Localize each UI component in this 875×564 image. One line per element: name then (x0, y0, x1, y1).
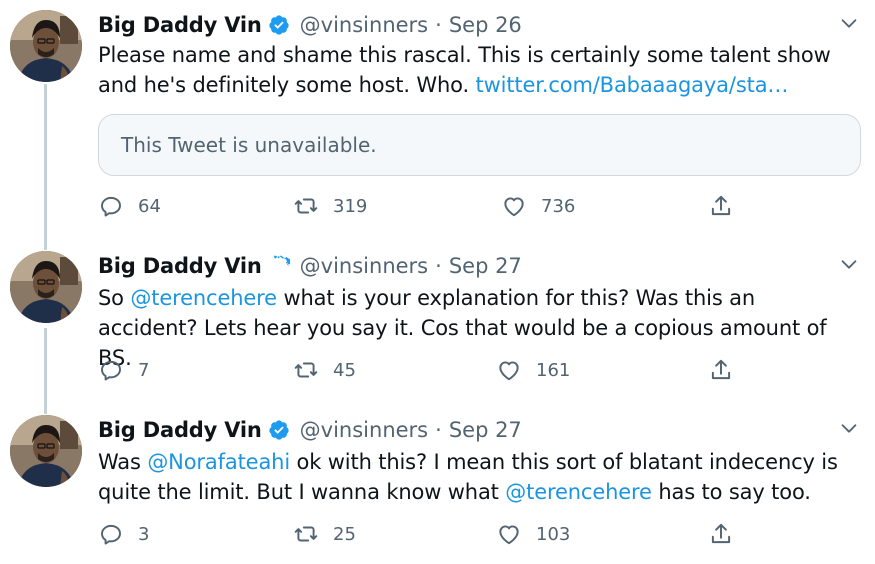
separator-dot: · (435, 418, 442, 442)
reply-button[interactable]: 7 (98, 355, 149, 385)
like-button[interactable]: 736 (501, 191, 575, 221)
retweet-button[interactable]: 319 (293, 191, 367, 221)
like-count: 736 (541, 195, 576, 217)
tweet-header: Big Daddy Vin @vinsinners · Sep 27 (98, 415, 522, 445)
retweet-icon (294, 526, 318, 542)
like-button[interactable]: 161 (496, 355, 570, 385)
author-name[interactable]: Big Daddy Vin (98, 13, 262, 37)
caret-down-icon[interactable] (838, 12, 860, 34)
like-icon (499, 525, 519, 545)
retweet-count: 25 (333, 523, 356, 545)
author-handle[interactable]: @vinsinners (300, 418, 428, 442)
mention-link[interactable]: @terencehere (130, 286, 277, 310)
like-icon (504, 197, 524, 217)
caret-down-icon[interactable] (838, 253, 860, 275)
tweet-header: Big Daddy Vin @vinsinners · Sep 27 (98, 251, 522, 281)
author-handle[interactable]: @vinsinners (300, 13, 428, 37)
share-button[interactable] (708, 191, 734, 221)
quoted-tweet-card[interactable]: This Tweet is unavailable. (98, 114, 861, 176)
tweet-date[interactable]: Sep 26 (449, 13, 522, 37)
quoted-tweet-unavailable-text: This Tweet is unavailable. (121, 133, 377, 157)
tweet-text-segment: has to say too. (651, 480, 811, 504)
share-button[interactable] (708, 519, 734, 549)
author-handle[interactable]: @vinsinners (300, 254, 428, 278)
reply-count: 7 (138, 359, 150, 381)
tweet-text-segment: Was (98, 450, 148, 474)
separator-dot: · (435, 13, 442, 37)
avatar-image (10, 415, 82, 487)
mention-link[interactable]: @Norafateahi (147, 450, 290, 474)
tweet[interactable]: Big Daddy Vin @vinsinners · Sep 27 So @t… (0, 251, 875, 401)
tweet[interactable]: Big Daddy Vin @vinsinners · Sep 26 Pleas… (0, 10, 875, 235)
tweet-text: Please name and shame this rascal. This … (98, 40, 858, 100)
retweet-icon (294, 362, 318, 378)
retweet-count: 45 (333, 359, 356, 381)
reply-icon (101, 360, 121, 381)
share-icon (711, 359, 731, 380)
reply-count: 3 (138, 523, 150, 545)
like-count: 161 (536, 359, 571, 381)
tweet-date[interactable]: Sep 27 (449, 254, 522, 278)
like-button[interactable]: 103 (496, 519, 570, 549)
reply-count: 64 (138, 195, 161, 217)
separator-dot: · (435, 254, 442, 278)
caret-down-icon[interactable] (838, 417, 860, 439)
share-button[interactable] (708, 355, 734, 385)
author-name[interactable]: Big Daddy Vin (98, 418, 262, 442)
tweet-link[interactable]: twitter.com/Babaaagaya/sta… (476, 73, 789, 97)
tweet-header: Big Daddy Vin @vinsinners · Sep 26 (98, 10, 522, 40)
like-icon (499, 361, 519, 381)
avatar[interactable] (10, 415, 82, 487)
reply-icon (101, 196, 121, 217)
tweet[interactable]: Big Daddy Vin @vinsinners · Sep 27 Was @… (0, 415, 875, 564)
retweet-icon (294, 198, 318, 214)
mention-link[interactable]: @terencehere (505, 480, 652, 504)
reply-button[interactable]: 3 (98, 519, 149, 549)
tweet-actions: 7 45 161 (98, 355, 748, 385)
share-icon (711, 523, 731, 544)
like-count: 103 (536, 523, 571, 545)
verified-badge-icon (268, 255, 290, 277)
tweet-actions: 3 25 103 (98, 519, 748, 549)
author-name[interactable]: Big Daddy Vin (98, 254, 262, 278)
tweet-date[interactable]: Sep 27 (449, 418, 522, 442)
avatar[interactable] (10, 251, 82, 323)
tweet-actions: 64 319 736 (98, 191, 748, 221)
retweet-button[interactable]: 25 (293, 519, 356, 549)
reply-icon (101, 524, 121, 545)
reply-button[interactable]: 64 (98, 191, 161, 221)
tweet-text: Was @Norafateahi ok with this? I mean th… (98, 447, 858, 507)
avatar-image (10, 251, 82, 323)
avatar[interactable] (10, 10, 82, 82)
avatar-image (10, 10, 82, 82)
retweet-count: 319 (333, 195, 368, 217)
retweet-button[interactable]: 45 (293, 355, 356, 385)
share-icon (711, 195, 731, 216)
verified-badge-icon (268, 14, 290, 36)
verified-badge-icon (268, 419, 290, 441)
tweet-thread: Big Daddy Vin @vinsinners · Sep 26 Pleas… (0, 0, 875, 564)
tweet-text-segment: So (98, 286, 131, 310)
